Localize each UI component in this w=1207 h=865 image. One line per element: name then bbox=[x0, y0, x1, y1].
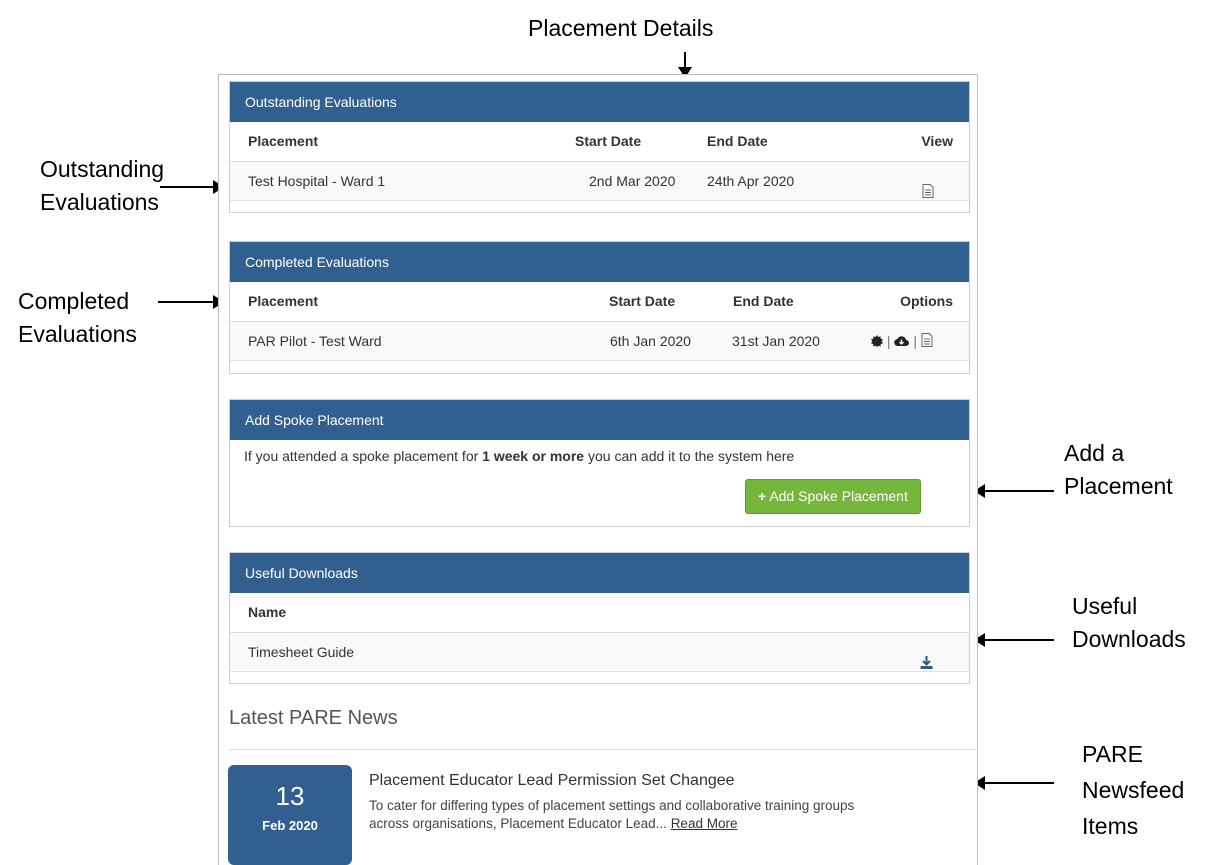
latest-pare-news-heading: Latest PARE News bbox=[229, 707, 398, 729]
news-body-line2: across organisations, Placement Educator… bbox=[369, 815, 854, 833]
useful-downloads-panel: Useful Downloads Name Timesheet Guide bbox=[229, 552, 970, 684]
annotation-completed-line1: Completed bbox=[18, 288, 130, 314]
column-placement: Placement bbox=[248, 293, 319, 309]
annotation-pare-newsfeed: PARE Newsfeed Items bbox=[1082, 736, 1184, 844]
annotation-useful-line2: Downloads bbox=[1072, 626, 1186, 652]
add-spoke-placement-title: Add Spoke Placement bbox=[230, 400, 969, 440]
table-row: Timesheet Guide bbox=[230, 633, 969, 672]
outstanding-evaluations-title: Outstanding Evaluations bbox=[230, 82, 969, 122]
table-row: Test Hospital - Ward 1 2nd Mar 2020 24th… bbox=[230, 162, 969, 201]
start-date: 6th Jan 2020 bbox=[610, 333, 691, 349]
annotation-completed: Completed Evaluations bbox=[18, 285, 137, 351]
news-item-title[interactable]: Placement Educator Lead Permission Set C… bbox=[369, 772, 735, 790]
document-icon[interactable] bbox=[922, 174, 934, 212]
column-options: Options bbox=[900, 293, 953, 309]
options-group: | | bbox=[871, 322, 933, 361]
useful-downloads-title: Useful Downloads bbox=[230, 553, 969, 593]
annotation-outstanding-line2: Evaluations bbox=[40, 189, 159, 215]
annotation-outstanding-line1: Outstanding bbox=[40, 156, 165, 182]
download-name: Timesheet Guide bbox=[248, 644, 355, 660]
completed-evaluations-panel: Completed Evaluations Placement Start Da… bbox=[229, 241, 970, 374]
downloads-table-header: Name bbox=[230, 593, 969, 633]
column-placement: Placement bbox=[248, 133, 319, 149]
document-icon[interactable] bbox=[921, 323, 933, 361]
annotation-pare-line2: Newsfeed bbox=[1082, 777, 1185, 803]
arrow-add-placement bbox=[974, 484, 1054, 498]
news-date-badge: 13 Feb 2020 bbox=[228, 765, 352, 865]
arrow-completed bbox=[158, 295, 224, 309]
column-name: Name bbox=[248, 604, 287, 620]
read-more-link[interactable]: Read More bbox=[671, 816, 738, 831]
spoke-text-after: you can add it to the system here bbox=[584, 448, 795, 464]
spoke-text-bold: 1 week or more bbox=[482, 448, 585, 464]
plus-icon: + bbox=[758, 488, 767, 504]
spoke-info-text: If you attended a spoke placement for 1 … bbox=[244, 448, 794, 464]
end-date: 24th Apr 2020 bbox=[707, 173, 795, 189]
column-end-date: End Date bbox=[733, 293, 794, 309]
column-start-date: Start Date bbox=[575, 133, 642, 149]
completed-table-header: Placement Start Date End Date Options bbox=[230, 282, 969, 322]
news-day: 13 bbox=[275, 781, 305, 811]
add-spoke-placement-label: Add Spoke Placement bbox=[769, 488, 908, 504]
spoke-text-before: If you attended a spoke placement for bbox=[244, 448, 483, 464]
start-date: 2nd Mar 2020 bbox=[589, 173, 676, 189]
cloud-download-icon[interactable] bbox=[894, 323, 910, 361]
placement-name: Test Hospital - Ward 1 bbox=[248, 173, 386, 189]
badge-icon[interactable] bbox=[871, 323, 883, 361]
options-separator: | bbox=[913, 333, 917, 349]
outstanding-table-header: Placement Start Date End Date View bbox=[230, 122, 969, 162]
annotation-outstanding: Outstanding Evaluations bbox=[40, 153, 164, 219]
placement-name: PAR Pilot - Test Ward bbox=[248, 333, 382, 349]
news-divider bbox=[229, 749, 976, 750]
options-separator: | bbox=[886, 333, 891, 349]
table-row: PAR Pilot - Test Ward 6th Jan 2020 31st … bbox=[230, 322, 969, 361]
annotation-useful-downloads: Useful Downloads bbox=[1072, 590, 1186, 656]
news-item-body: To cater for differing types of placemen… bbox=[369, 797, 854, 833]
end-date: 31st Jan 2020 bbox=[732, 333, 820, 349]
download-icon[interactable] bbox=[920, 645, 933, 683]
arrow-outstanding bbox=[160, 180, 224, 194]
news-body-line1: To cater for differing types of placemen… bbox=[369, 798, 855, 813]
arrow-placement-details bbox=[678, 52, 692, 78]
news-month-year: Feb 2020 bbox=[262, 818, 318, 833]
add-spoke-placement-panel: Add Spoke Placement If you attended a sp… bbox=[229, 399, 970, 527]
annotation-add-line2: Placement bbox=[1064, 473, 1173, 499]
column-view: View bbox=[921, 133, 953, 149]
column-end-date: End Date bbox=[707, 133, 768, 149]
annotation-add-line1: Add a bbox=[1064, 440, 1125, 466]
annotation-completed-line2: Evaluations bbox=[18, 321, 137, 347]
placement-details-frame: Outstanding Evaluations Placement Start … bbox=[218, 74, 978, 865]
annotation-add-placement: Add a Placement bbox=[1064, 437, 1173, 503]
annotation-pare-line3: Items bbox=[1082, 813, 1139, 839]
annotation-useful-line1: Useful bbox=[1072, 593, 1138, 619]
column-start-date: Start Date bbox=[609, 293, 676, 309]
outstanding-evaluations-panel: Outstanding Evaluations Placement Start … bbox=[229, 81, 970, 213]
news-body-line2-text: across organisations, Placement Educator… bbox=[369, 816, 667, 831]
add-spoke-placement-button[interactable]: + Add Spoke Placement bbox=[745, 479, 921, 514]
annotation-placement-details: Placement Details bbox=[528, 15, 714, 41]
annotation-pare-line1: PARE bbox=[1082, 741, 1143, 767]
arrow-pare-newsfeed bbox=[974, 776, 1054, 790]
arrow-useful-downloads bbox=[974, 633, 1054, 647]
completed-evaluations-title: Completed Evaluations bbox=[230, 242, 969, 282]
